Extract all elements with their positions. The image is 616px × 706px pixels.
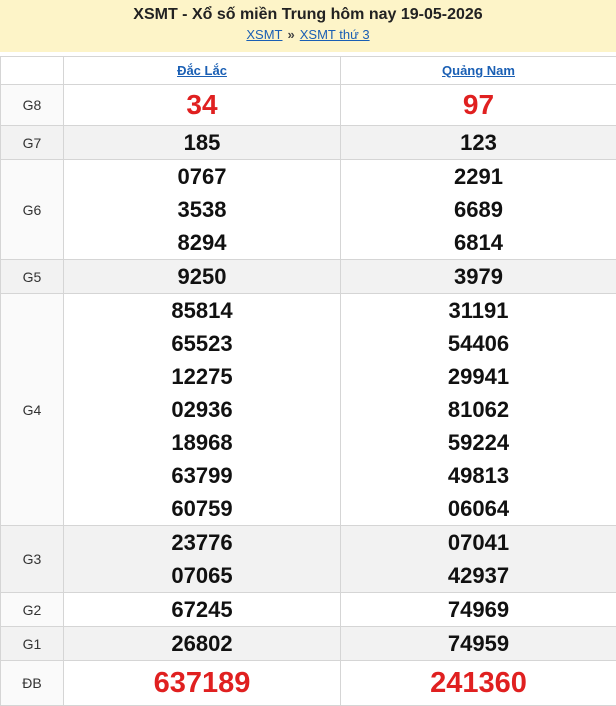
prize-number: 6689 xyxy=(341,193,616,226)
prize-number: 65523 xyxy=(64,327,340,360)
prize-number: 59224 xyxy=(341,426,616,459)
prize-number: 0767 xyxy=(64,160,340,193)
prize-label: G4 xyxy=(1,294,64,526)
header-prize-column xyxy=(1,57,64,85)
prize-number: 85814 xyxy=(64,294,340,327)
prize-number: 67245 xyxy=(64,593,340,626)
prize-number: 2291 xyxy=(341,160,616,193)
page-header: XSMT - Xổ số miền Trung hôm nay 19-05-20… xyxy=(0,0,616,52)
prize-number: 07041 xyxy=(341,526,616,559)
prize-number: 3979 xyxy=(341,260,616,293)
prize-cell-quang-nam: 0704142937 xyxy=(341,526,616,593)
prize-cell-quang-nam: 241360 xyxy=(341,661,616,706)
table-row: G83497 xyxy=(1,85,616,126)
prize-number: 241360 xyxy=(341,661,616,705)
prize-cell-dac-lac: 637189 xyxy=(64,661,341,706)
table-row: ĐB637189241360 xyxy=(1,661,616,706)
breadcrumb-separator: » xyxy=(288,27,295,42)
prize-cell-quang-nam: 3979 xyxy=(341,260,616,294)
table-row: G7185123 xyxy=(1,126,616,160)
prize-number: 23776 xyxy=(64,526,340,559)
prize-cell-dac-lac: 2377607065 xyxy=(64,526,341,593)
prize-label: ĐB xyxy=(1,661,64,706)
prize-number: 26802 xyxy=(64,627,340,660)
page-title: XSMT - Xổ số miền Trung hôm nay 19-05-20… xyxy=(0,5,616,25)
prize-number: 3538 xyxy=(64,193,340,226)
prize-cell-dac-lac: 85814655231227502936189686379960759 xyxy=(64,294,341,526)
table-row: G12680274959 xyxy=(1,627,616,661)
breadcrumb-link-xsmt[interactable]: XSMT xyxy=(246,27,282,42)
prize-label: G7 xyxy=(1,126,64,160)
prize-number: 49813 xyxy=(341,459,616,492)
results-table: Đắc Lắc Quảng Nam G83497G7185123G6076735… xyxy=(0,56,616,706)
prize-label: G5 xyxy=(1,260,64,294)
prize-number: 29941 xyxy=(341,360,616,393)
prize-number: 97 xyxy=(341,85,616,125)
prize-number: 9250 xyxy=(64,260,340,293)
prize-cell-quang-nam: 74969 xyxy=(341,593,616,627)
table-row: G26724574969 xyxy=(1,593,616,627)
prize-number: 02936 xyxy=(64,393,340,426)
prize-cell-dac-lac: 185 xyxy=(64,126,341,160)
prize-number: 12275 xyxy=(64,360,340,393)
prize-number: 6814 xyxy=(341,226,616,259)
header-province-quang-nam: Quảng Nam xyxy=(341,57,616,85)
prize-label: G2 xyxy=(1,593,64,627)
prize-cell-quang-nam: 123 xyxy=(341,126,616,160)
table-row: G485814655231227502936189686379960759311… xyxy=(1,294,616,526)
table-row: G6076735388294229166896814 xyxy=(1,160,616,260)
prize-number: 185 xyxy=(64,126,340,159)
breadcrumb: XSMT » XSMT thứ 3 xyxy=(0,26,616,43)
prize-number: 31191 xyxy=(341,294,616,327)
prize-number: 123 xyxy=(341,126,616,159)
prize-number: 54406 xyxy=(341,327,616,360)
prize-cell-quang-nam: 74959 xyxy=(341,627,616,661)
prize-number: 42937 xyxy=(341,559,616,592)
prize-number: 74969 xyxy=(341,593,616,626)
prize-cell-dac-lac: 076735388294 xyxy=(64,160,341,260)
prize-cell-dac-lac: 34 xyxy=(64,85,341,126)
prize-number: 637189 xyxy=(64,661,340,705)
prize-cell-quang-nam: 97 xyxy=(341,85,616,126)
table-row: G323776070650704142937 xyxy=(1,526,616,593)
province-link-dac-lac[interactable]: Đắc Lắc xyxy=(177,63,227,78)
prize-label: G1 xyxy=(1,627,64,661)
prize-number: 63799 xyxy=(64,459,340,492)
prize-number: 81062 xyxy=(341,393,616,426)
prize-number: 07065 xyxy=(64,559,340,592)
table-header-row: Đắc Lắc Quảng Nam xyxy=(1,57,616,85)
prize-number: 8294 xyxy=(64,226,340,259)
prize-cell-dac-lac: 26802 xyxy=(64,627,341,661)
prize-number: 34 xyxy=(64,85,340,125)
prize-label: G6 xyxy=(1,160,64,260)
breadcrumb-link-xsmt-thu-3[interactable]: XSMT thứ 3 xyxy=(300,27,370,42)
prize-number: 60759 xyxy=(64,492,340,525)
prize-cell-dac-lac: 67245 xyxy=(64,593,341,627)
prize-cell-quang-nam: 31191544062994181062592244981306064 xyxy=(341,294,616,526)
prize-number: 74959 xyxy=(341,627,616,660)
prize-number: 06064 xyxy=(341,492,616,525)
prize-number: 18968 xyxy=(64,426,340,459)
table-row: G592503979 xyxy=(1,260,616,294)
prize-cell-quang-nam: 229166896814 xyxy=(341,160,616,260)
prize-cell-dac-lac: 9250 xyxy=(64,260,341,294)
prize-label: G3 xyxy=(1,526,64,593)
header-province-dac-lac: Đắc Lắc xyxy=(64,57,341,85)
province-link-quang-nam[interactable]: Quảng Nam xyxy=(442,63,515,78)
prize-label: G8 xyxy=(1,85,64,126)
